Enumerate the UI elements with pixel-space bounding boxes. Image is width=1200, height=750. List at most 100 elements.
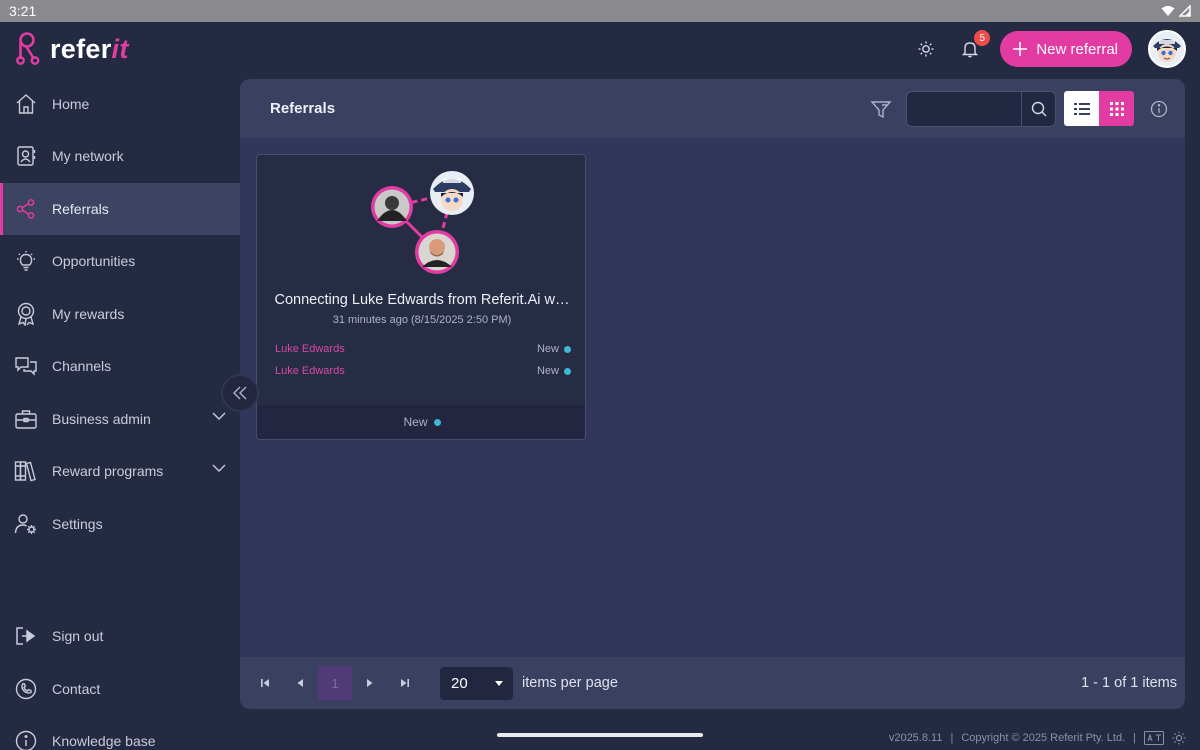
new-referral-button[interactable]: New referral [1000, 31, 1132, 67]
participant-status: New [537, 365, 571, 377]
footer-separator: | [950, 732, 954, 744]
info-icon [14, 729, 38, 750]
notifications-button[interactable]: 5 [956, 30, 991, 63]
sun-icon[interactable] [1172, 731, 1186, 745]
card-status-text: New [403, 415, 428, 429]
referral-card[interactable]: Connecting Luke Edwards from Referit.Ai … [256, 154, 586, 440]
share-nodes-icon [14, 197, 38, 221]
search-icon [1031, 101, 1046, 117]
phone-icon [14, 677, 38, 701]
search-box [906, 91, 1056, 127]
plus-icon [1013, 42, 1028, 56]
contact-avatar-anime [430, 171, 474, 215]
items-per-page-select[interactable]: 20 [440, 667, 513, 700]
caret-down-icon [495, 681, 503, 686]
grid-icon [1109, 101, 1124, 116]
sidebar-item-label: Contact [52, 681, 101, 697]
wifi-icon [1161, 6, 1175, 16]
sidebar-item-label: Business admin [52, 411, 151, 427]
next-page-button[interactable] [353, 666, 387, 700]
system-home-indicator[interactable] [497, 733, 703, 737]
contacts-icon [14, 144, 38, 168]
sidebar-item-label: Home [52, 96, 90, 112]
list-view-button[interactable] [1064, 91, 1099, 126]
card-timestamp: 31 minutes ago (8/15/2025 2:50 PM) [332, 314, 512, 326]
items-per-page-label: items per page [522, 675, 618, 691]
sidebar-item-label: Channels [52, 358, 112, 374]
first-page-button[interactable] [248, 666, 282, 700]
sidebar-item-my-rewards[interactable]: My rewards [0, 288, 240, 340]
referral-connection-graph [371, 171, 474, 274]
sidebar-item-home[interactable]: Home [0, 78, 240, 130]
search-button[interactable] [1021, 92, 1055, 126]
logo-text-main: refer [50, 33, 112, 64]
sidebar-item-my-network[interactable]: My network [0, 130, 240, 182]
sidebar-item-sign-out[interactable]: Sign out [0, 610, 240, 662]
filter-icon[interactable] [870, 98, 892, 120]
search-input[interactable] [907, 92, 1023, 126]
logo-text-accent: it [111, 33, 129, 64]
list-icon [1073, 102, 1090, 115]
pagination-bar: 1 20 items per page 1 - 1 of 1 items [240, 657, 1185, 709]
new-referral-label: New referral [1036, 40, 1118, 58]
sidebar-item-business-admin[interactable]: Business admin [0, 393, 240, 445]
sidebar-item-label: My network [52, 148, 124, 164]
participant-name[interactable]: Luke Edwards [275, 343, 345, 355]
card-participant-row: Luke Edwards New [275, 365, 571, 377]
award-icon [14, 302, 38, 326]
panel-header: Referrals [240, 79, 1185, 138]
app-footer: v2025.8.11 | Copyright © 2025 Referit Pt… [889, 731, 1186, 745]
sidebar-item-opportunities[interactable]: Opportunities [0, 235, 240, 287]
sidebar-nav: Home My network Referrals Opportunities … [0, 78, 240, 750]
participant-status: New [537, 343, 571, 355]
grid-view-button[interactable] [1099, 91, 1134, 126]
last-page-button[interactable] [388, 666, 422, 700]
first-page-icon [261, 679, 269, 687]
sidebar-item-label: Knowledge base [52, 733, 156, 749]
recipient-avatar [415, 230, 459, 274]
logo-wordmark: referit [50, 34, 129, 65]
referit-logo-icon [16, 32, 40, 65]
per-page-value: 20 [451, 675, 468, 692]
page-1-button[interactable]: 1 [318, 666, 352, 700]
sidebar-item-settings[interactable]: Settings [0, 498, 240, 550]
status-dot [564, 345, 571, 353]
info-icon[interactable] [1150, 100, 1168, 118]
referrer-avatar [371, 186, 413, 228]
sidebar-item-label: My rewards [52, 306, 125, 322]
referrals-panel: Referrals Connecting Luke Edwards from R… [240, 79, 1185, 709]
sidebar-item-contact[interactable]: Contact [0, 663, 240, 715]
previous-page-button[interactable] [283, 666, 317, 700]
sidebar-item-knowledge-base[interactable]: Knowledge base [0, 715, 240, 750]
sidebar-item-label: Opportunities [52, 253, 136, 269]
sidebar-item-label: Settings [52, 516, 103, 532]
sidebar-item-channels[interactable]: Channels [0, 340, 240, 392]
system-status-bar: 3:21 [0, 0, 1200, 22]
caret-right-icon [367, 679, 373, 687]
system-icons [1161, 5, 1191, 17]
page-title: Referrals [270, 100, 336, 117]
collapse-sidebar-button[interactable] [221, 374, 259, 412]
participant-name[interactable]: Luke Edwards [275, 365, 345, 377]
double-chevron-left-icon [233, 386, 247, 400]
sidebar-item-reward-programs[interactable]: Reward programs [0, 445, 240, 497]
avatar-image [1150, 32, 1184, 66]
user-avatar[interactable] [1148, 30, 1186, 68]
user-gear-icon [14, 512, 38, 536]
books-icon [14, 459, 38, 483]
last-page-icon [401, 679, 409, 687]
sidebar-item-label: Sign out [52, 628, 104, 644]
app-logo[interactable]: referit [14, 32, 129, 66]
language-icon[interactable] [1144, 731, 1164, 745]
status-text: New [536, 343, 559, 355]
chevron-down-icon [212, 464, 226, 472]
pagination-summary: 1 - 1 of 1 items [1081, 675, 1177, 691]
sign-out-icon [14, 624, 38, 648]
caret-left-icon [297, 679, 303, 687]
card-status-footer: New [257, 405, 585, 439]
card-title: Connecting Luke Edwards from Referit.Ai … [274, 292, 570, 308]
theme-toggle-button[interactable] [912, 35, 940, 63]
chat-icon [14, 354, 38, 378]
clock: 3:21 [9, 3, 37, 19]
sidebar-item-referrals[interactable]: Referrals [0, 183, 240, 235]
